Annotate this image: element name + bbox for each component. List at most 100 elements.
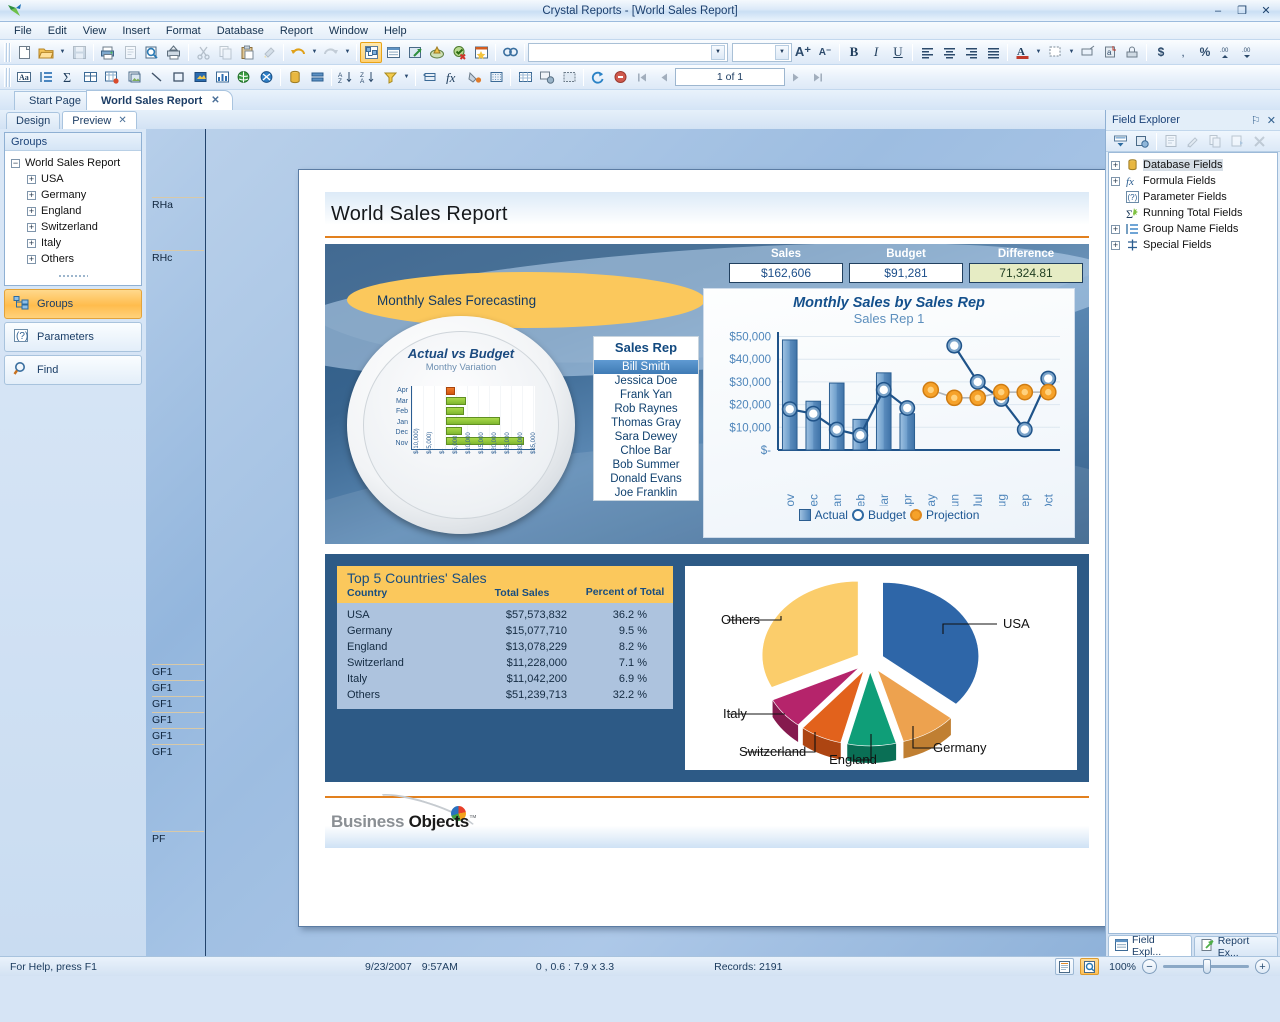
insert-to-report-icon[interactable]: [1109, 131, 1131, 152]
stop-icon[interactable]: [609, 67, 631, 88]
expand-icon[interactable]: +: [1111, 224, 1120, 234]
text-object-icon[interactable]: Aa: [13, 67, 35, 88]
bookmark-icon[interactable]: [470, 42, 492, 63]
list-item[interactable]: Bill Smith: [594, 360, 698, 374]
close-icon[interactable]: ✕: [211, 95, 219, 106]
edit-icon[interactable]: [1182, 131, 1204, 152]
bold-icon[interactable]: B: [843, 42, 865, 63]
tab-report-explorer[interactable]: Report Ex...: [1193, 935, 1278, 959]
tree-node-group-name-fields[interactable]: + Group Name Fields: [1111, 221, 1275, 237]
open-dropdown-icon[interactable]: ▼: [57, 42, 68, 63]
rename-icon[interactable]: [1226, 131, 1248, 152]
format-painter-icon[interactable]: [258, 42, 280, 63]
tree-node-switzerland[interactable]: + Switzerland: [7, 219, 141, 235]
flash-icon[interactable]: [255, 67, 277, 88]
tab-preview[interactable]: Preview ✕: [62, 111, 137, 129]
minimize-button[interactable]: –: [1207, 3, 1229, 19]
align-center-icon[interactable]: [938, 42, 960, 63]
menu-insert[interactable]: Insert: [114, 24, 158, 38]
align-right-icon[interactable]: [960, 42, 982, 63]
expand-icon[interactable]: +: [27, 238, 36, 248]
font-name-combo[interactable]: ▼: [528, 42, 728, 62]
thousands-separator-icon[interactable]: ,: [1172, 42, 1194, 63]
expand-icon[interactable]: +: [27, 190, 36, 200]
list-item[interactable]: Donald Evans: [594, 472, 698, 486]
zoom-out-button[interactable]: −: [1142, 959, 1157, 974]
redo-dropdown-icon[interactable]: ▼: [342, 42, 353, 63]
decrease-decimal-icon[interactable]: .00: [1238, 42, 1260, 63]
expand-icon[interactable]: +: [1111, 176, 1120, 186]
design-view-icon[interactable]: [360, 41, 382, 63]
lock-position-icon[interactable]: [1121, 42, 1143, 63]
background-color-icon[interactable]: [1044, 42, 1066, 63]
subreport-icon[interactable]: [101, 67, 123, 88]
grid-icon[interactable]: [485, 67, 507, 88]
zoom-in-button[interactable]: +: [1255, 959, 1270, 974]
map-icon[interactable]: [233, 67, 255, 88]
italic-icon[interactable]: I: [865, 42, 887, 63]
browse-data-icon[interactable]: [1131, 131, 1153, 152]
line-icon[interactable]: [145, 67, 167, 88]
highlight-expert-icon[interactable]: [463, 67, 485, 88]
close-button[interactable]: ✕: [1255, 3, 1277, 19]
list-item[interactable]: Jessica Doe: [594, 374, 698, 388]
cross-tab-icon[interactable]: [79, 67, 101, 88]
tree-node-formula-fields[interactable]: + fx Formula Fields: [1111, 173, 1275, 189]
refresh-icon[interactable]: [587, 67, 609, 88]
select-expert-dropdown-icon[interactable]: ▼: [401, 67, 412, 88]
list-item[interactable]: Bob Summer: [594, 458, 698, 472]
menu-edit[interactable]: Edit: [40, 24, 75, 38]
zoom-slider-thumb[interactable]: [1203, 959, 1211, 974]
page-indicator[interactable]: 1 of 1: [675, 68, 785, 86]
panel-resize-handle[interactable]: [5, 267, 141, 285]
redo-icon[interactable]: [320, 42, 342, 63]
formula-workshop-icon[interactable]: fx: [441, 67, 463, 88]
zoom-slider[interactable]: [1163, 959, 1249, 974]
maximize-button[interactable]: ❐: [1231, 3, 1253, 19]
close-icon[interactable]: ✕: [1267, 114, 1276, 127]
list-item[interactable]: Rob Raynes: [594, 402, 698, 416]
tree-node-special-fields[interactable]: + Special Fields: [1111, 237, 1275, 253]
new-icon[interactable]: [13, 42, 35, 63]
percent-icon[interactable]: %: [1194, 42, 1216, 63]
font-size-combo[interactable]: ▼: [732, 42, 792, 62]
list-item[interactable]: Sara Dewey: [594, 430, 698, 444]
currency-icon[interactable]: $: [1150, 42, 1172, 63]
chevron-down-icon[interactable]: ▼: [775, 44, 789, 60]
collapse-icon[interactable]: −: [11, 158, 20, 168]
picture-icon[interactable]: [123, 67, 145, 88]
menu-file[interactable]: File: [6, 24, 40, 38]
group-icon[interactable]: [35, 67, 57, 88]
hyperlink-icon[interactable]: [536, 67, 558, 88]
copy-icon[interactable]: [214, 42, 236, 63]
duplicate-icon[interactable]: [1204, 131, 1226, 152]
section-expert-icon[interactable]: [306, 67, 328, 88]
toolbar-grip[interactable]: [4, 42, 11, 62]
next-page-icon[interactable]: [785, 67, 807, 88]
preview-sample-icon[interactable]: [426, 42, 448, 63]
expand-icon[interactable]: +: [1111, 240, 1120, 250]
font-color-icon[interactable]: A: [1011, 42, 1033, 63]
expand-icon[interactable]: +: [27, 206, 36, 216]
undo-dropdown-icon[interactable]: ▼: [309, 42, 320, 63]
tab-start-page[interactable]: Start Page: [14, 91, 94, 110]
menu-database[interactable]: Database: [209, 24, 272, 38]
decrease-font-size-icon[interactable]: A⁻: [814, 42, 836, 63]
list-item[interactable]: Joe Franklin: [594, 486, 698, 500]
sort-descending-icon[interactable]: ZA: [357, 67, 379, 88]
open-icon[interactable]: [35, 42, 57, 63]
sidebar-item-parameters[interactable]: (?) Parameters: [4, 322, 142, 352]
tree-node-germany[interactable]: + Germany: [7, 187, 141, 203]
save-icon[interactable]: [68, 42, 90, 63]
check-errors-icon[interactable]: [448, 42, 470, 63]
paste-icon[interactable]: [236, 42, 258, 63]
previous-page-icon[interactable]: [653, 67, 675, 88]
chevron-down-icon[interactable]: ▼: [711, 44, 725, 60]
tab-field-explorer[interactable]: Field Expl...: [1108, 934, 1192, 958]
expand-icon[interactable]: +: [27, 174, 36, 184]
justify-icon[interactable]: [982, 42, 1004, 63]
preview-canvas[interactable]: RHa RHc GF1 GF1 GF1 GF1 GF1 GF1 PF World…: [146, 129, 1105, 956]
summary-icon[interactable]: Σ: [57, 67, 79, 88]
page-layout-button[interactable]: [1055, 958, 1075, 975]
pin-icon[interactable]: ⚐: [1251, 114, 1261, 127]
